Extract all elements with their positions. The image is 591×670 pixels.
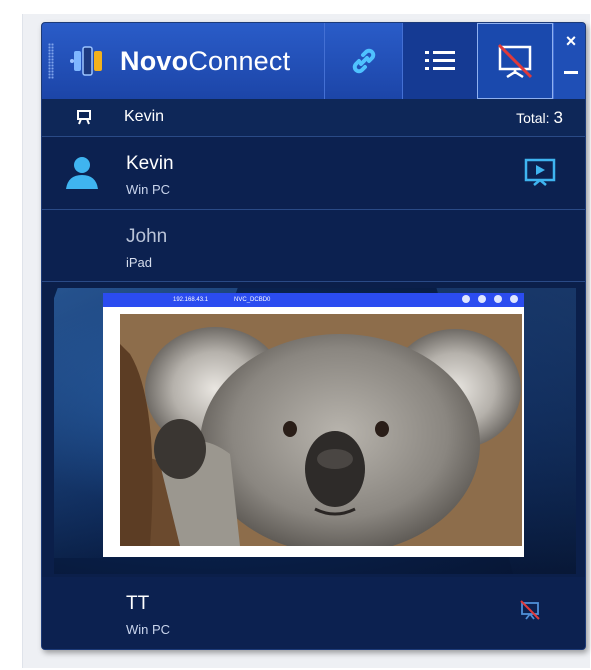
remote-icon: [494, 295, 502, 303]
user-row-john[interactable]: John iPad: [42, 210, 585, 282]
remote-ip: 192.168.43.1: [173, 297, 209, 303]
presenter-icon: [77, 110, 91, 125]
user-row-tt[interactable]: TT Win PC: [42, 577, 585, 649]
total-number: 3: [553, 108, 563, 127]
top-toolbar: NovoConnect ×: [42, 23, 585, 99]
stop-presentation-button[interactable]: [477, 23, 553, 99]
window-controls: ×: [553, 23, 585, 99]
drag-handle[interactable]: [48, 43, 54, 79]
total-count: Total: 3: [516, 108, 563, 128]
link-button[interactable]: [324, 23, 402, 99]
app-title-rest: Connect: [188, 45, 291, 76]
novoconnect-logo-icon: [70, 41, 108, 81]
play-presentation-icon[interactable]: [523, 157, 557, 189]
remote-toolbar: 192.168.43.1 NVC_DCBD0: [103, 293, 524, 307]
avatar-icon: [66, 157, 98, 189]
close-button[interactable]: ×: [554, 31, 585, 52]
brand: NovoConnect: [60, 23, 324, 99]
list-icon: [425, 51, 455, 70]
user-name: Kevin: [126, 153, 174, 174]
presenter-name: Kevin: [124, 108, 165, 125]
user-device: Win PC: [126, 182, 171, 197]
user-list-button[interactable]: [402, 23, 477, 99]
app-title: NovoConnect: [120, 46, 290, 77]
remote-ssid: NVC_DCBD0: [234, 297, 271, 303]
stop-presentation-icon[interactable]: [519, 599, 541, 621]
remote-screen-thumbnail: 192.168.43.1 NVC_DCBD0: [103, 293, 524, 557]
presenter-bar: Kevin Total: 3: [42, 99, 585, 137]
novoconnect-window: NovoConnect × Kevin Total: 3 Kevin Win P…: [41, 22, 586, 650]
total-label: Total:: [516, 110, 550, 126]
user-device: Win PC: [126, 622, 171, 637]
user-name: TT: [126, 593, 150, 614]
remote-icon: [510, 295, 518, 303]
koala-photo: [120, 314, 522, 546]
app-title-bold: Novo: [120, 45, 189, 76]
stop-presentation-icon: [497, 43, 533, 79]
user-row-kevin[interactable]: Kevin Win PC: [42, 137, 585, 210]
link-icon: [352, 48, 375, 74]
remote-icon: [478, 295, 486, 303]
user-name: John: [126, 226, 168, 247]
remote-toolbar-icons: [462, 295, 518, 303]
remote-icon: [462, 295, 470, 303]
minimize-icon[interactable]: [564, 71, 578, 74]
user-device: iPad: [126, 255, 153, 270]
screen-preview: 192.168.43.1 NVC_DCBD0: [54, 288, 576, 574]
